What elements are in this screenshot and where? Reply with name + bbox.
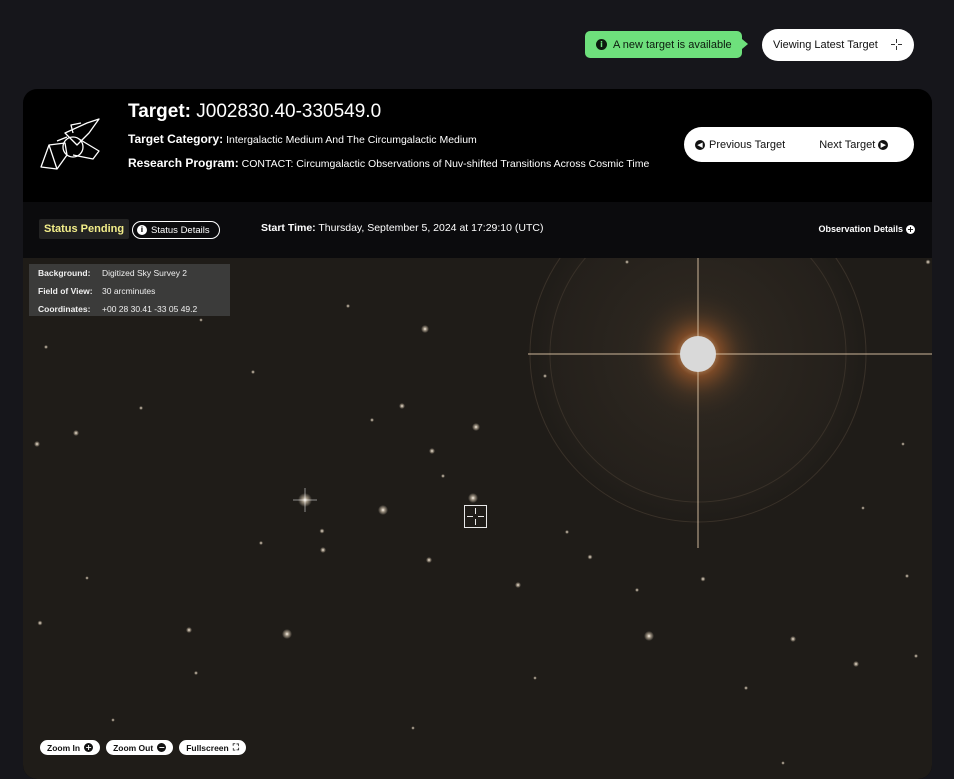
coordinates-info: Coordinates: +00 28 30.41 -33 05 49.2 <box>38 304 197 314</box>
next-target-label: Next Target <box>819 138 876 151</box>
notification-pointer <box>742 39 748 49</box>
fullscreen-icon: ⛶ <box>232 742 240 753</box>
zoom-out-button[interactable]: Zoom Out − <box>106 740 174 755</box>
start-time: Start Time: Thursday, September 5, 2024 … <box>261 222 543 234</box>
fullscreen-label: Fullscreen <box>186 742 229 753</box>
target-name: J002830.40-330549.0 <box>196 101 382 122</box>
zoom-in-button[interactable]: Zoom In + <box>40 740 101 755</box>
research-program-value: CONTACT: Circumgalactic Observations of … <box>241 158 650 170</box>
research-program: Research Program: CONTACT: Circumgalacti… <box>128 155 658 172</box>
observation-details-label: Observation Details <box>818 224 903 234</box>
coordinates-label: Coordinates: <box>38 304 91 314</box>
fullscreen-button[interactable]: Fullscreen ⛶ <box>179 740 247 755</box>
viewer-controls: Zoom In + Zoom Out − Fullscreen ⛶ <box>40 740 247 755</box>
notification-text: A new target is available <box>613 38 732 51</box>
status-badge: Status Pending <box>39 219 130 239</box>
status-details-label: Status Details <box>151 224 210 236</box>
field-of-view-label: Field of View: <box>38 286 93 296</box>
target-title: Target: J002830.40-330549.0 <box>128 101 381 123</box>
crosshair-icon <box>467 508 484 525</box>
target-navigation: ◀ Previous Target Next Target ▶ <box>684 127 914 162</box>
plus-circle-icon: + <box>84 743 94 752</box>
target-category: Target Category: Intergalactic Medium An… <box>128 131 658 148</box>
arrow-right-icon: ▶ <box>878 139 889 150</box>
background-value: Digitized Sky Survey 2 <box>102 268 188 278</box>
info-icon: i <box>137 225 147 235</box>
background-label: Background: <box>38 268 91 278</box>
arrow-left-icon: ◀ <box>695 139 705 150</box>
start-time-value: Thursday, September 5, 2024 at 17:29:10 … <box>318 222 544 234</box>
observation-details-button[interactable]: Observation Details + <box>818 224 915 234</box>
zoom-in-label: Zoom In <box>47 742 81 753</box>
crosshair-icon <box>891 39 902 50</box>
new-target-notification[interactable]: i A new target is available <box>585 31 748 58</box>
info-icon: i <box>596 39 607 50</box>
target-title-label: Target: <box>128 101 191 122</box>
field-of-view-info: Field of View: 30 arcminutes <box>38 286 155 296</box>
telescope-logo-icon <box>40 118 100 170</box>
field-of-view-value: 30 arcminutes <box>102 286 156 296</box>
research-program-label: Research Program: <box>128 156 239 170</box>
minus-circle-icon: − <box>157 743 167 752</box>
status-bar: Status Pending i Status Details Start Ti… <box>23 202 932 258</box>
target-card: Target: J002830.40-330549.0 Target Categ… <box>23 89 932 779</box>
viewing-latest-target-label: Viewing Latest Target <box>773 39 878 51</box>
plus-circle-icon: + <box>906 224 915 234</box>
target-header: Target: J002830.40-330549.0 Target Categ… <box>23 89 932 202</box>
next-target-button[interactable]: Next Target ▶ <box>819 138 889 151</box>
target-reticle <box>464 505 487 528</box>
previous-target-label: Previous Target <box>709 138 786 151</box>
coordinates-value: +00 28 30.41 -33 05 49.2 <box>102 304 198 314</box>
status-details-button[interactable]: i Status Details <box>132 221 220 239</box>
viewer-info-panel: Background: Digitized Sky Survey 2 Field … <box>29 264 230 316</box>
previous-target-button[interactable]: ◀ Previous Target <box>695 139 785 151</box>
start-time-label: Start Time: <box>261 222 316 234</box>
viewing-latest-target-button[interactable]: Viewing Latest Target <box>762 29 914 61</box>
target-category-label: Target Category: <box>128 132 224 146</box>
target-category-value: Intergalactic Medium And The Circumgalac… <box>226 134 477 146</box>
sky-viewer[interactable]: Background: Digitized Sky Survey 2 Field … <box>23 258 932 779</box>
zoom-out-label: Zoom Out <box>113 742 154 753</box>
background-info: Background: Digitized Sky Survey 2 <box>38 268 187 278</box>
